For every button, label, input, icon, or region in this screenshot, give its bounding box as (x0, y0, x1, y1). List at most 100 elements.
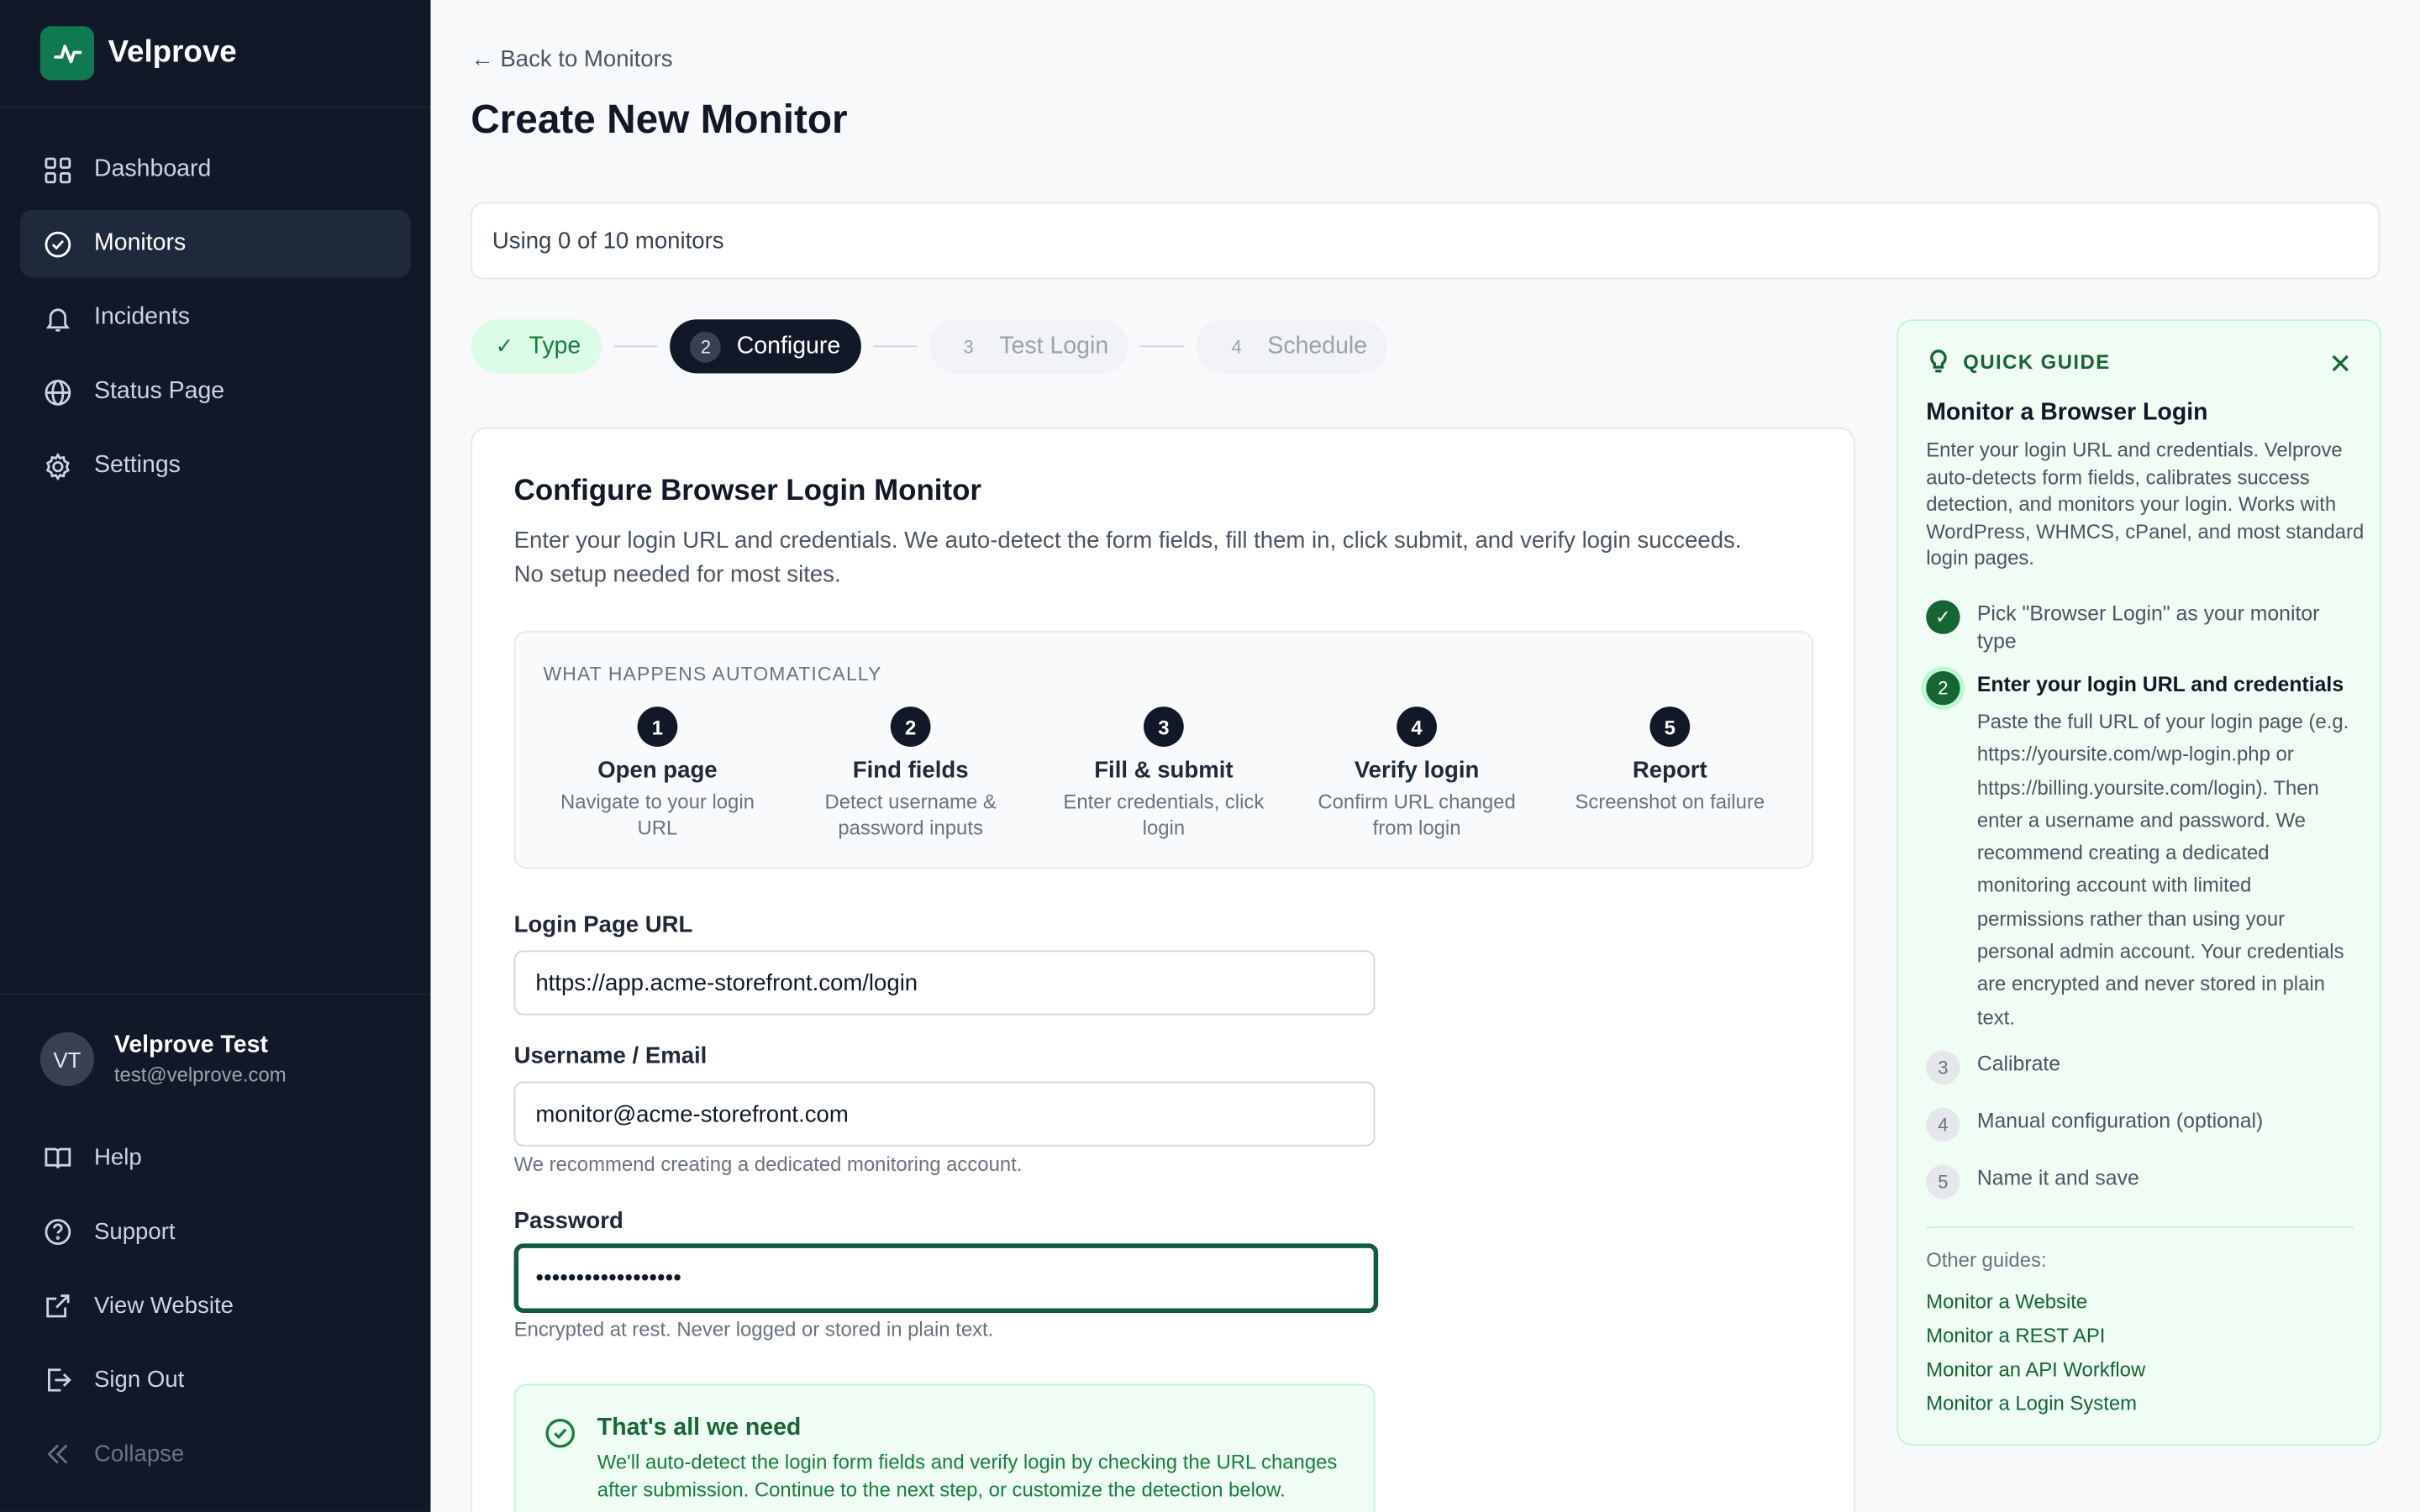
usage-banner: Using 0 of 10 monitors (471, 202, 2381, 280)
step-connector (614, 345, 659, 348)
sidebar-item-settings[interactable]: Settings (20, 432, 411, 500)
configure-card: Configure Browser Login Monitor Enter yo… (471, 427, 1855, 1512)
guide-step: 5 Name it and save (1926, 1164, 2358, 1200)
auto-step-name: Fill & submit (1094, 757, 1234, 785)
auto-step-sub: Detect username & password inputs (824, 790, 997, 840)
sidebar: Velprove Dashboard Monitors Incidents St… (0, 0, 431, 1512)
username-label: Username / Email (513, 1042, 708, 1069)
sidebar-item-dashboard[interactable]: Dashboard (20, 136, 411, 204)
step-schedule[interactable]: 4 Schedule (1196, 319, 1387, 374)
auto-step: 1 Open page Navigate to your login URL (531, 706, 784, 841)
check-icon: ✓ (495, 333, 514, 359)
username-help: We recommend creating a dedicated monito… (513, 1152, 1023, 1176)
sidebar-item-status-page[interactable]: Status Page (20, 358, 411, 426)
step-connector (872, 345, 917, 348)
auto-step-number: 4 (1397, 706, 1437, 747)
user-profile[interactable]: VT Velprove Test test@velprove.com (20, 1032, 411, 1087)
main-content: ← Back to Monitors Create New Monitor Us… (430, 0, 2420, 1512)
url-label: Login Page URL (513, 911, 693, 938)
guide-link-rest-api[interactable]: Monitor a REST API (1926, 1324, 2105, 1347)
guide-link-api-workflow[interactable]: Monitor an API Workflow (1926, 1357, 2145, 1381)
bell-icon (42, 302, 73, 333)
sign-out-button[interactable]: Sign Out (20, 1342, 411, 1416)
user-name: Velprove Test (113, 1032, 268, 1058)
guide-step-text: Manual configuration (optional) (1976, 1109, 2264, 1133)
username-input[interactable]: monitor@acme-storefront.com (513, 1081, 1376, 1147)
guide-step-active: 2 Enter your login URL and credentials P… (1926, 670, 2358, 1034)
step-number: 4 (1231, 335, 1242, 358)
guide-step-detail: Paste the full URL of your login page (e… (1976, 709, 2349, 1029)
password-help: Encrypted at rest. Never logged or store… (513, 1317, 994, 1341)
guide-title: Monitor a Browser Login (1926, 399, 2208, 426)
success-text: We'll auto-detect the login form fields … (597, 1450, 1338, 1501)
other-guides-title: Other guides: (1926, 1247, 2047, 1272)
success-notice: That's all we need We'll auto-detect the… (513, 1383, 1376, 1512)
help-label: Help (94, 1143, 142, 1171)
password-label: Password (513, 1208, 623, 1235)
page-title: Create New Monitor (471, 95, 848, 142)
step-label: Configure (736, 332, 841, 360)
collapse-button[interactable]: Collapse (20, 1416, 411, 1490)
guide-step-number: 5 (1926, 1164, 1960, 1200)
login-url-input[interactable]: https://app.acme-storefront.com/login (513, 950, 1376, 1016)
back-link[interactable]: ← Back to Monitors (471, 46, 672, 72)
external-link-icon (42, 1289, 73, 1320)
guide-step-number: 3 (1926, 1050, 1960, 1085)
sidebar-item-label: Settings (94, 452, 181, 479)
divider (1926, 1226, 2354, 1229)
support-link[interactable]: Support (20, 1194, 411, 1268)
double-chevron-left-icon (42, 1438, 73, 1469)
password-value: •••••••••••••••••• (535, 1265, 681, 1292)
sidebar-item-label: Dashboard (94, 155, 212, 182)
step-label: Test Login (999, 332, 1109, 360)
help-link[interactable]: Help (20, 1120, 411, 1194)
quick-guide-panel: QUICK GUIDE ✕ Monitor a Browser Login En… (1897, 319, 2382, 1446)
auto-step-sub: Navigate to your login URL (560, 790, 755, 840)
guide-step: ✓ Pick "Browser Login" as your monitor t… (1926, 600, 2358, 655)
auto-steps-box: WHAT HAPPENS AUTOMATICALLY 1 Open page N… (513, 631, 1814, 869)
success-title: That's all we need (597, 1415, 802, 1441)
sidebar-item-label: Incidents (94, 303, 191, 331)
step-configure[interactable]: 2 Configure (670, 319, 861, 374)
step-test-login[interactable]: 3 Test Login (928, 319, 1129, 374)
step-number: 3 (963, 335, 974, 358)
guide-step-text: Name it and save (1976, 1166, 2139, 1190)
auto-step-number: 1 (637, 706, 678, 747)
view-website-label: View Website (94, 1292, 234, 1319)
collapse-label: Collapse (94, 1440, 185, 1467)
card-title: Configure Browser Login Monitor (513, 475, 982, 508)
auto-step-number: 5 (1649, 706, 1691, 747)
step-label: Schedule (1267, 332, 1368, 360)
username-value: monitor@acme-storefront.com (535, 1100, 849, 1127)
user-email: test@velprove.com (113, 1063, 287, 1087)
guide-step-number: 4 (1926, 1107, 1960, 1142)
globe-icon (42, 376, 73, 407)
check-icon: ✓ (1926, 600, 1960, 634)
sign-out-label: Sign Out (94, 1366, 185, 1393)
auto-step-sub: Enter credentials, click login (1063, 790, 1265, 840)
guide-heading: QUICK GUIDE (1926, 349, 2110, 373)
auto-step-sub: Screenshot on failure (1575, 790, 1765, 813)
guide-description: Enter your login URL and credentials. Ve… (1926, 438, 2365, 570)
close-icon[interactable]: ✕ (2328, 349, 2352, 381)
guide-step: 4 Manual configuration (optional) (1926, 1107, 2358, 1142)
auto-step: 4 Verify login Confirm URL changed from … (1290, 706, 1543, 841)
check-circle-icon (545, 1419, 575, 1448)
sidebar-item-monitors[interactable]: Monitors (19, 209, 411, 278)
brand-name: Velprove (108, 35, 237, 70)
guide-link-login-system[interactable]: Monitor a Login System (1926, 1392, 2137, 1415)
guide-link-website[interactable]: Monitor a Website (1926, 1289, 2087, 1313)
password-input[interactable]: •••••••••••••••••• (513, 1243, 1379, 1314)
lightbulb-icon (1930, 349, 1947, 373)
auto-step: 3 Fill & submit Enter credentials, click… (1037, 706, 1290, 841)
step-type[interactable]: ✓ Type (471, 319, 602, 374)
login-url-value: https://app.acme-storefront.com/login (535, 969, 918, 996)
gear-icon (42, 450, 73, 481)
auto-step-name: Report (1632, 757, 1707, 785)
guide-step-text: Pick "Browser Login" as your monitor typ… (1976, 601, 2320, 653)
brand[interactable]: Velprove (0, 0, 431, 108)
auto-step-number: 2 (890, 706, 931, 747)
sidebar-item-incidents[interactable]: Incidents (20, 284, 411, 352)
view-website-link[interactable]: View Website (20, 1268, 411, 1342)
guide-step-text: Calibrate (1976, 1052, 2061, 1076)
